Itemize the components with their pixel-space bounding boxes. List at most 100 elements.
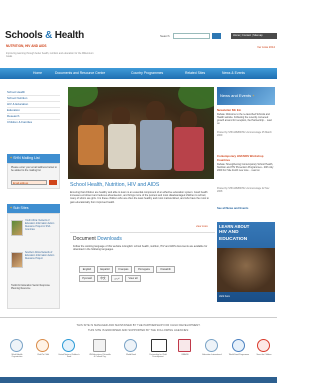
mailing-list-title: SHN Mailing List xyxy=(13,156,40,160)
email-field[interactable]: Email address xyxy=(11,180,47,185)
search-button[interactable] xyxy=(212,33,221,39)
document-downloads-panel: Document Downloads Follow the working la… xyxy=(70,232,215,292)
subsite-item[interactable]: Southern Africa Network of Education Inf… xyxy=(11,252,59,272)
site-logo[interactable]: Schools & Health xyxy=(5,30,84,41)
promo-line: LEARN ABOUT xyxy=(219,224,250,229)
language-button-portugues[interactable]: Português xyxy=(134,266,154,273)
sidebar-divider xyxy=(7,112,60,113)
news-item-title[interactable]: Contemporary HIV/AIDS Workshop Countries xyxy=(217,154,275,162)
intro-text: Ensuring that children are healthy and a… xyxy=(70,191,209,204)
logo-word-health: Health xyxy=(52,30,85,41)
partner-name: Partnership for Child Development xyxy=(149,354,167,359)
partner-name: Education International xyxy=(202,354,222,356)
hero-child-head xyxy=(146,101,165,122)
sidebar-item-education[interactable]: Education xyxy=(7,108,20,112)
plus-icon: + xyxy=(252,93,255,98)
view-more-link[interactable]: view more xyxy=(196,225,208,228)
partner-name: Child To Child xyxy=(37,354,49,356)
hiv-education-promo[interactable]: LEARN ABOUT HIV AND EDUCATION click here xyxy=(217,222,275,302)
partner-emblem-icon xyxy=(10,339,23,352)
promo-click-here[interactable]: click here xyxy=(219,295,230,298)
subsites-panel: Youth Africa: Network of Education Infor… xyxy=(7,213,60,309)
news-item-text: Debate: Welcome to the re-launched Schoo… xyxy=(217,113,272,125)
language-button-kiswahili[interactable]: Kiswahili xyxy=(156,266,175,273)
news-events-header[interactable]: News and Events + xyxy=(217,87,275,105)
plus-icon: + xyxy=(10,156,13,160)
document-downloads-title: Document Downloads xyxy=(73,236,122,242)
footer-endorsed-text: THIS SITE IS ENDORSED AND SUPPORTED BY T… xyxy=(87,329,190,332)
partner-name: UN Educational, Scientific & Cultural Or… xyxy=(89,354,111,359)
subsite-thumbnail xyxy=(11,252,23,268)
site-header: Schools & Health NUTRITION, HIV AND AIDS… xyxy=(0,0,277,62)
site-tagline: Improving learning through better health… xyxy=(6,52,94,58)
top-links[interactable]: Home | Contact | Sitemap xyxy=(231,33,277,39)
subsite-label: Southern Africa Network of Education Inf… xyxy=(25,252,55,260)
partner-name: UNAIDS xyxy=(181,354,189,356)
mailing-list-text: Please enter your email address below to… xyxy=(11,166,57,173)
mailing-submit-button[interactable] xyxy=(49,180,57,185)
language-link[interactable]: Ver Lista 2014 xyxy=(257,45,275,49)
nav-item-news[interactable]: News & Events xyxy=(222,71,245,75)
subsites-title: Sub Sites xyxy=(13,206,29,210)
sidebar-divider xyxy=(7,118,60,119)
news-item-title[interactable]: Newsletter 6th Ed. xyxy=(217,108,275,112)
language-button-english[interactable]: English xyxy=(79,266,95,273)
language-button-chinese[interactable]: 中文 xyxy=(97,275,109,282)
news-events-label: News and Events xyxy=(220,93,252,98)
search-input[interactable] xyxy=(173,33,210,39)
promo-image xyxy=(217,248,275,292)
footer-divider xyxy=(0,317,277,318)
site-subtitle: NUTRITION, HIV AND AIDS xyxy=(6,44,47,48)
sidebar-item-research[interactable]: Research xyxy=(7,114,19,118)
partner-name: World Health Organization xyxy=(11,354,23,359)
hero-child-body xyxy=(108,124,136,169)
subsite-thumbnail xyxy=(11,220,23,236)
subsites-header: + Sub Sites xyxy=(7,204,60,213)
language-button-arabic[interactable]: عربي xyxy=(111,275,123,282)
language-button-espanol[interactable]: Español xyxy=(97,266,113,273)
language-button-view-all[interactable]: View all xyxy=(125,275,141,282)
nav-item-related[interactable]: Related Sites xyxy=(185,71,205,75)
footer-bar xyxy=(0,377,277,383)
news-item-text: Debate: Strengthening Contemporary Schoo… xyxy=(217,163,274,172)
sidebar-divider xyxy=(7,100,60,101)
partner-name: World Bank xyxy=(126,354,136,356)
subsite-label: Youth Africa: Network of Education Infor… xyxy=(25,220,55,231)
promo-line: EDUCATION xyxy=(219,237,248,242)
plus-icon: + xyxy=(10,206,13,210)
nav-item-country[interactable]: Country Programmes xyxy=(131,71,163,75)
partner-emblem-icon xyxy=(36,339,49,352)
partner-emblem-icon xyxy=(93,339,106,352)
page-title: School Health, Nutrition, HIV and AIDS xyxy=(70,182,160,188)
mailing-list-panel: Please enter your email address below to… xyxy=(7,163,60,189)
language-button-russian[interactable]: Русский xyxy=(79,275,95,282)
sidebar-item-school-health[interactable]: School Health xyxy=(7,90,25,94)
sidebar-item-school-nutrition[interactable]: School Nutrition xyxy=(7,96,27,100)
promo-line: HIV AND xyxy=(219,230,239,235)
document-downloads-text: Follow the working language of this webs… xyxy=(73,245,208,252)
hero-child-body xyxy=(140,120,172,170)
sidebar-item-hiv-education[interactable]: HIV & Education xyxy=(7,102,28,106)
language-button-francais[interactable]: Français xyxy=(115,266,132,273)
news-item-meta: Posted by SHN-WEBSITE Unconcourage 25 Ma… xyxy=(217,131,272,137)
sidebar-item-children-families[interactable]: Children & Families xyxy=(7,120,32,124)
news-events-title: News and Events + xyxy=(220,93,255,98)
partner-emblem-icon xyxy=(151,339,167,352)
main-navbar: Home Documents and Resource Centre Count… xyxy=(0,68,277,79)
partner-emblem-icon xyxy=(232,339,245,352)
nav-item-documents[interactable]: Documents and Resource Centre xyxy=(55,71,105,75)
search-label: Search xyxy=(160,34,170,38)
partner-name: United Nations Children's Fund xyxy=(58,354,80,359)
sidebar-divider xyxy=(7,106,60,107)
see-all-news-link[interactable]: See all News and Events xyxy=(217,207,248,210)
hero-image xyxy=(68,87,214,179)
subsite-toolkit-link[interactable]: Toolkit for Education Sector Response Pl… xyxy=(11,285,59,291)
hero-child-body xyxy=(174,127,204,171)
footer-managed-text: THIS SITE IS MANAGED AND MAINTAINED BY T… xyxy=(76,324,201,327)
sidebar-divider xyxy=(7,94,60,95)
hero-child-body xyxy=(78,125,104,165)
partner-name: World Food Programme xyxy=(228,354,250,356)
subsite-item[interactable]: Youth Africa: Network of Education Infor… xyxy=(11,220,59,240)
nav-item-home[interactable]: Home xyxy=(33,71,42,75)
partner-emblem-icon xyxy=(178,339,191,352)
